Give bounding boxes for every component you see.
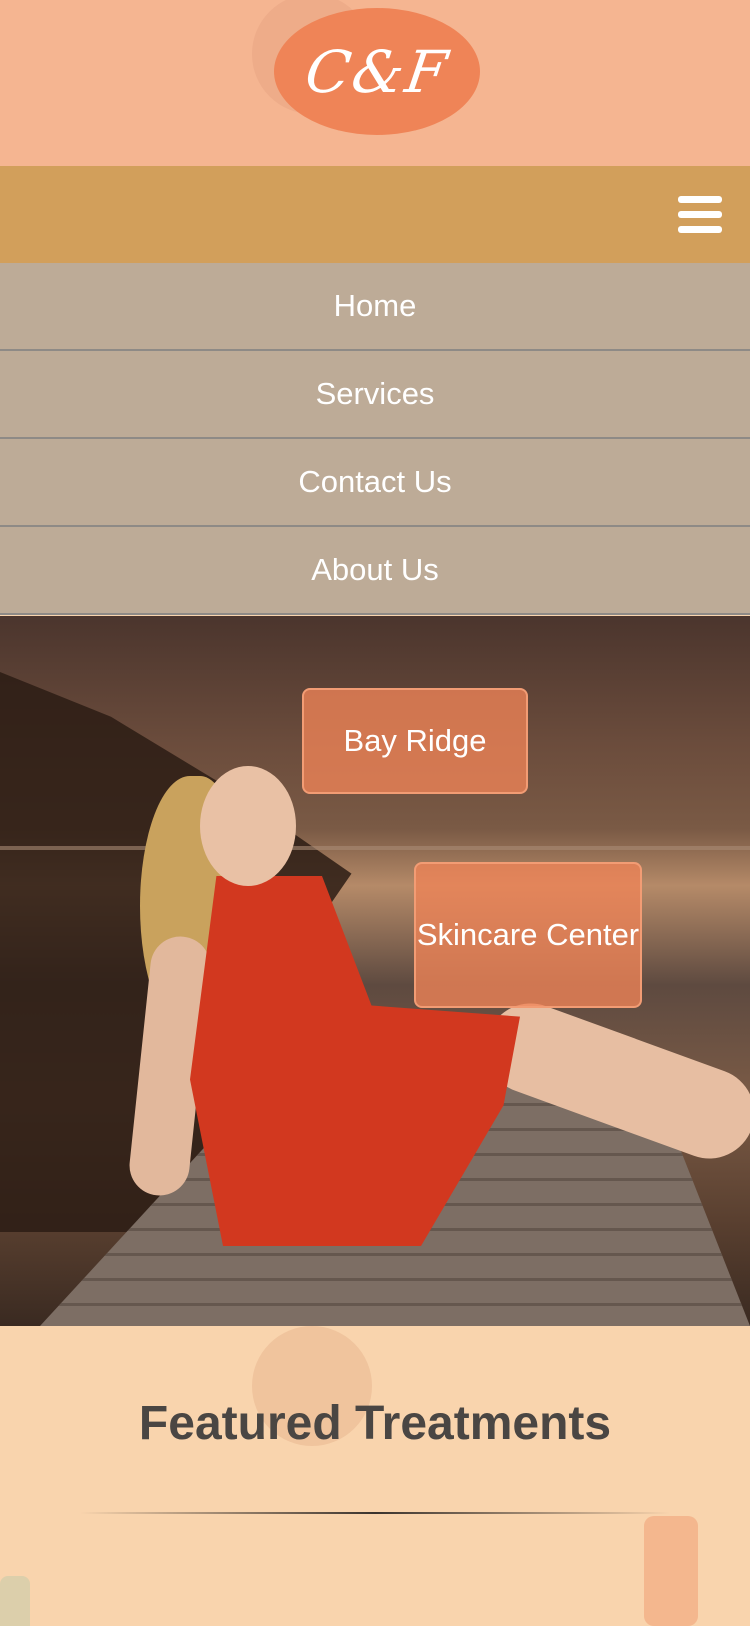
hamburger-menu-icon[interactable] xyxy=(678,196,722,234)
logo-text: C&F xyxy=(301,37,453,106)
nav-bar xyxy=(0,166,750,263)
section-divider xyxy=(80,1512,670,1514)
site-logo[interactable]: C&F xyxy=(274,8,480,135)
site-header: C&F xyxy=(0,0,750,166)
menu-item-about-us[interactable]: About Us xyxy=(0,527,750,615)
featured-section: Featured Treatments xyxy=(0,1326,750,1626)
hero-woman-face xyxy=(200,766,296,886)
menu-item-contact-us[interactable]: Contact Us xyxy=(0,439,750,527)
bottle-watermark-icon xyxy=(0,1576,30,1626)
hero-horizon xyxy=(0,846,750,850)
menu-item-home[interactable]: Home xyxy=(0,263,750,351)
skincare-center-button[interactable]: Skincare Center xyxy=(414,862,642,1008)
featured-title: Featured Treatments xyxy=(138,1397,612,1450)
bay-ridge-button[interactable]: Bay Ridge xyxy=(302,688,528,794)
nav-menu: Home Services Contact Us About Us xyxy=(0,263,750,615)
bottle-watermark-icon xyxy=(644,1516,698,1626)
menu-item-services[interactable]: Services xyxy=(0,351,750,439)
page: C&F Home Services Contact Us About Us Ba… xyxy=(0,0,750,1626)
